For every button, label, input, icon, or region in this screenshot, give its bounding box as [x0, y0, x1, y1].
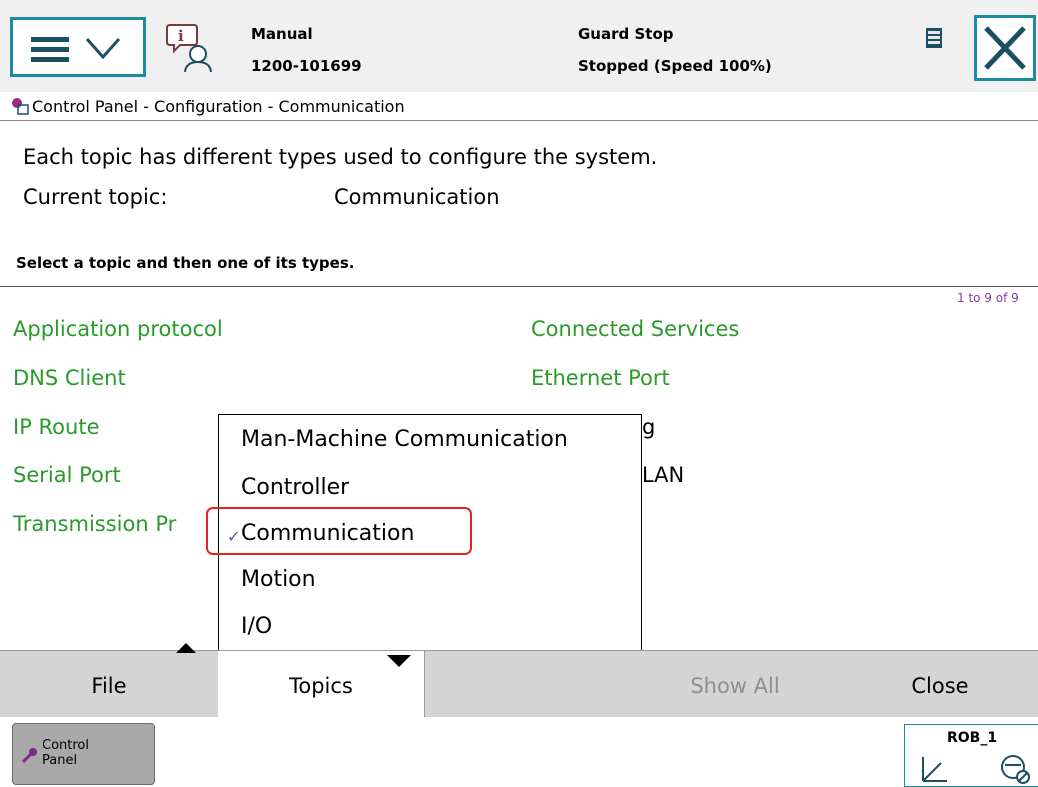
wrench-icon — [21, 748, 37, 764]
topic-item-motion[interactable]: Motion — [241, 567, 316, 592]
close-icon — [984, 26, 1026, 70]
instruction-text: Select a topic and then one of its types… — [16, 254, 355, 272]
type-item[interactable]: Serial Port — [13, 463, 121, 487]
taskbar — [0, 717, 1038, 787]
jog-axes-icon — [922, 757, 947, 782]
operation-mode: Manual — [251, 25, 313, 43]
caret-up-icon — [176, 643, 196, 653]
run-status: Stopped (Speed 100%) — [578, 57, 772, 75]
main-menu-button[interactable] — [10, 17, 146, 77]
task-label-line2: Panel — [42, 753, 78, 768]
status-bar: i Manual 1200-101699 Guard Stop Stopped … — [0, 0, 1038, 93]
close-app-button[interactable] — [974, 15, 1036, 81]
current-topic-value: Communication — [334, 185, 500, 209]
chevron-down-icon — [85, 38, 121, 60]
robot-label: ROB_1 — [947, 730, 998, 746]
type-item[interactable]: Ethernet Port — [531, 366, 670, 390]
hamburger-icon — [31, 37, 69, 62]
caret-down-icon — [387, 655, 411, 667]
type-item[interactable]: g — [642, 415, 655, 439]
type-item[interactable]: Transmission Pr — [13, 512, 176, 536]
event-log-icon[interactable]: i — [166, 22, 214, 74]
file-menu-button[interactable]: File — [0, 651, 218, 717]
system-name: 1200-101699 — [251, 57, 362, 75]
guard-status: Guard Stop — [578, 25, 674, 43]
svg-text:i: i — [178, 27, 184, 45]
control-panel-small-icon — [12, 98, 29, 115]
topic-item-io[interactable]: I/O — [241, 614, 272, 639]
quickset-robot-button[interactable]: ROB_1 — [904, 724, 1038, 787]
selection-highlight — [206, 507, 472, 555]
close-button[interactable]: Close — [860, 651, 1020, 717]
item-count: 1 to 9 of 9 — [957, 291, 1019, 305]
divider — [0, 286, 1038, 287]
topic-item-man-machine[interactable]: Man-Machine Communication — [241, 427, 568, 452]
task-label-line1: Control — [42, 738, 89, 753]
command-bar: File Topics Show All Close — [0, 650, 1038, 718]
window-title-bar: Control Panel - Configuration - Communic… — [0, 92, 1038, 121]
breadcrumb: Control Panel - Configuration - Communic… — [32, 97, 405, 116]
type-item[interactable]: LAN — [642, 463, 684, 487]
current-topic-label: Current topic: — [23, 185, 168, 209]
type-item[interactable]: Connected Services — [531, 317, 739, 341]
increment-icon — [1001, 755, 1030, 784]
topic-item-controller[interactable]: Controller — [241, 475, 349, 500]
type-item[interactable]: IP Route — [13, 415, 100, 439]
control-panel-task-button[interactable]: Control Panel — [12, 723, 155, 785]
show-all-button: Show All — [690, 674, 780, 698]
type-item[interactable]: Application protocol — [13, 317, 223, 341]
type-item[interactable]: DNS Client — [13, 366, 126, 390]
controller-status-icon — [926, 28, 942, 48]
page-description: Each topic has different types used to c… — [23, 145, 658, 169]
